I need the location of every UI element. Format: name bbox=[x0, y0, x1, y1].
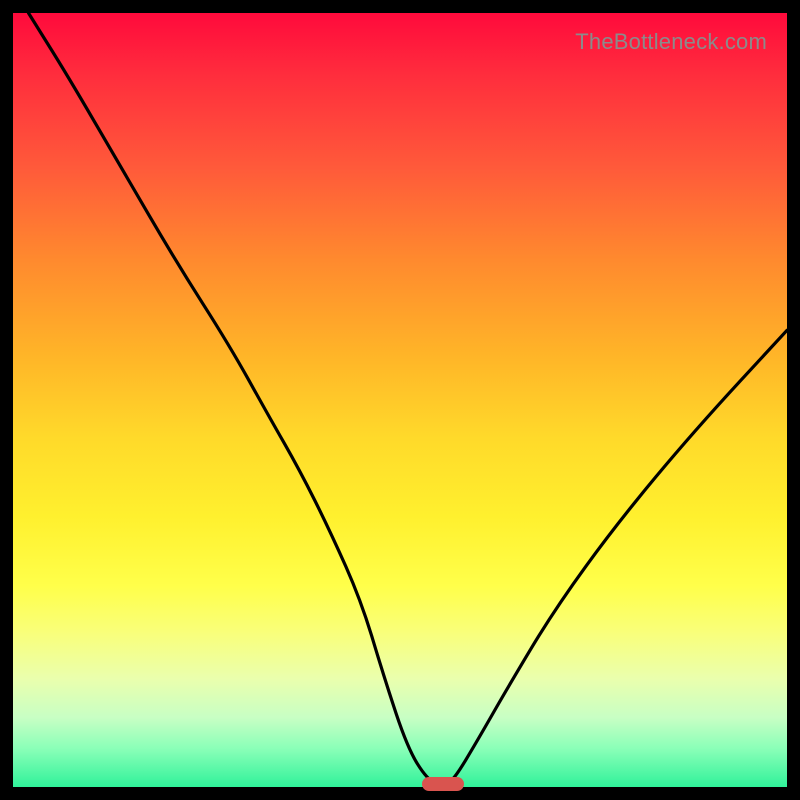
chart-frame: TheBottleneck.com bbox=[0, 0, 800, 800]
curve-path bbox=[29, 13, 788, 785]
bottleneck-curve bbox=[13, 13, 787, 787]
attribution-watermark: TheBottleneck.com bbox=[575, 29, 767, 55]
gradient-plot-area: TheBottleneck.com bbox=[13, 13, 787, 787]
minimum-marker-pill bbox=[422, 777, 464, 791]
